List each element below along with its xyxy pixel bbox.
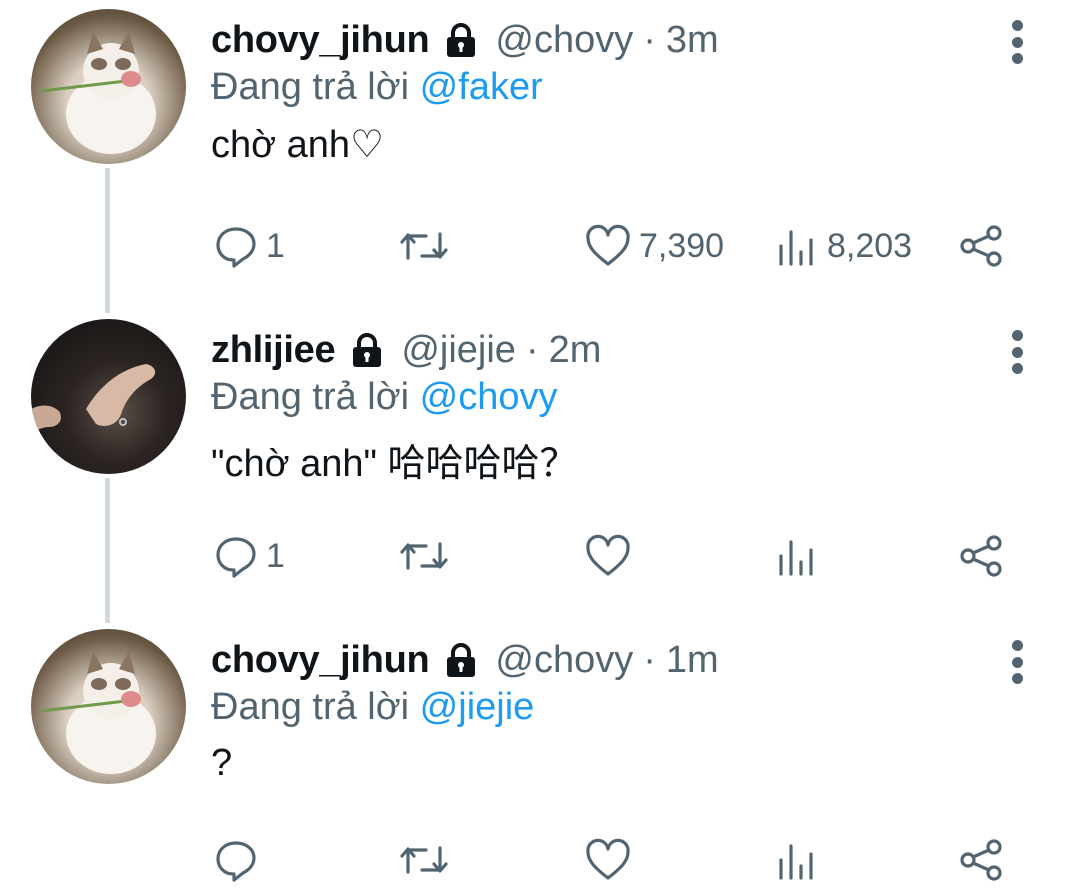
tweet-text: chờ anh♡ [211, 124, 385, 166]
reply-icon [216, 537, 256, 578]
reply-button[interactable] [214, 832, 258, 888]
action-bar: 1 7,390 8,203 [0, 218, 1079, 274]
separator: · [643, 638, 656, 681]
handle[interactable]: @jiejie [401, 329, 516, 372]
display-name[interactable]: chovy_jihun [211, 639, 430, 682]
avatar[interactable] [31, 9, 186, 164]
replying-to: Đang trả lời @faker [211, 66, 543, 109]
mention-link[interactable]: @faker [420, 66, 543, 108]
cat-avatar-icon [40, 651, 156, 774]
mention-link[interactable]: @chovy [420, 376, 558, 418]
like-icon [586, 534, 630, 576]
timestamp[interactable]: 3m [666, 19, 719, 62]
replying-to: Đang trả lời @jiejie [211, 686, 534, 729]
views-button[interactable]: 8,203 [775, 218, 912, 274]
views-icon [779, 844, 813, 880]
views-icon [779, 540, 813, 576]
reply-count: 1 [266, 536, 285, 575]
timestamp[interactable]: 2m [549, 329, 602, 372]
reply-prefix: Đang trả lời [211, 686, 410, 728]
lock-icon [447, 23, 476, 57]
like-count: 7,390 [639, 226, 725, 265]
more-icon[interactable] [1003, 20, 1031, 64]
like-button[interactable] [585, 832, 631, 888]
share-button[interactable] [958, 528, 1004, 584]
tweet-text: "chờ anh" 哈哈哈哈？ [211, 443, 578, 485]
tweet[interactable]: zhlijiee @jiejie · 2m Đang trả lời @chov… [0, 319, 1079, 614]
mention-link[interactable]: @jiejie [420, 686, 535, 728]
reply-icon [216, 227, 256, 268]
retweet-button[interactable] [398, 832, 450, 888]
hands-avatar-icon [31, 364, 156, 435]
tweet-header: zhlijiee @jiejie · 2m [211, 324, 601, 376]
reply-prefix: Đang trả lời [211, 376, 410, 418]
reply-button[interactable]: 1 [214, 528, 285, 584]
views-button[interactable] [775, 528, 819, 584]
display-name[interactable]: chovy_jihun [211, 19, 430, 62]
tweet-header: chovy_jihun @chovy · 1m [211, 634, 719, 686]
share-icon [960, 225, 1002, 267]
more-icon[interactable] [1003, 330, 1031, 374]
views-icon [779, 230, 813, 266]
like-icon [586, 838, 630, 880]
handle[interactable]: @chovy [495, 639, 633, 682]
timestamp[interactable]: 1m [666, 639, 719, 682]
cat-avatar-icon [40, 31, 156, 154]
like-icon [586, 224, 630, 266]
reply-prefix: Đang trả lời [211, 66, 410, 108]
like-button[interactable]: 7,390 [585, 218, 724, 274]
retweet-icon [400, 846, 448, 874]
retweet-button[interactable] [398, 528, 450, 584]
lock-icon [353, 333, 382, 367]
retweet-icon [400, 542, 448, 570]
tweet-header: chovy_jihun @chovy · 3m [211, 14, 719, 66]
more-icon[interactable] [1003, 640, 1031, 684]
retweet-button[interactable] [398, 218, 450, 274]
reply-count: 1 [266, 226, 285, 265]
tweet[interactable]: chovy_jihun @chovy · 3m Đang trả lời @fa… [0, 9, 1079, 304]
views-count: 8,203 [827, 226, 913, 265]
avatar[interactable] [31, 629, 186, 784]
reply-icon [216, 841, 256, 882]
share-button[interactable] [958, 218, 1004, 274]
avatar[interactable] [31, 319, 186, 474]
share-icon [960, 535, 1002, 577]
views-button[interactable] [775, 832, 819, 888]
like-button[interactable] [585, 528, 631, 584]
share-icon [960, 839, 1002, 881]
replying-to: Đang trả lời @chovy [211, 376, 558, 419]
action-bar: 1 [0, 528, 1079, 584]
reply-button[interactable]: 1 [214, 218, 285, 274]
share-button[interactable] [958, 832, 1004, 888]
lock-icon [447, 643, 476, 677]
handle[interactable]: @chovy [495, 19, 633, 62]
separator: · [525, 328, 539, 371]
display-name[interactable]: zhlijiee [211, 329, 336, 372]
action-bar [0, 832, 1079, 888]
separator: · [643, 18, 656, 61]
retweet-icon [400, 232, 448, 260]
tweet[interactable]: chovy_jihun @chovy · 1m Đang trả lời @ji… [0, 629, 1079, 890]
tweet-text: ? [211, 742, 233, 784]
